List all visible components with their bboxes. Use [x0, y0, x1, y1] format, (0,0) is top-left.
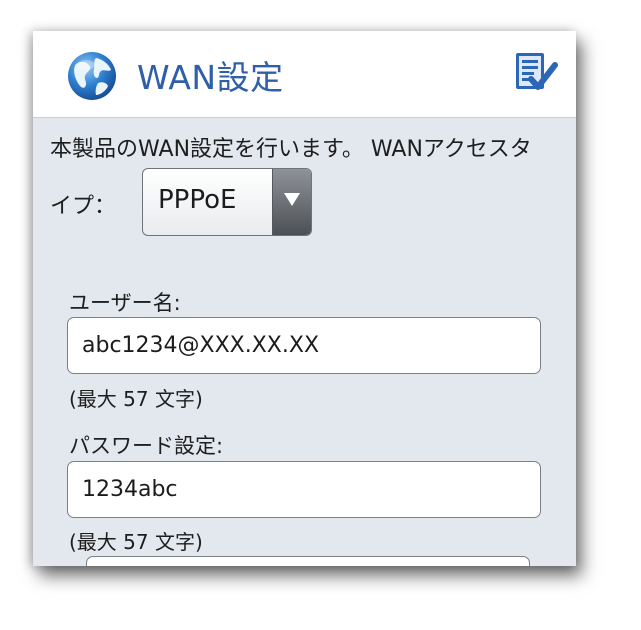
header-bar: WAN設定 [33, 31, 576, 118]
chevron-down-icon [284, 193, 300, 206]
dropdown-button[interactable] [272, 169, 311, 235]
password-label: パスワード設定: [69, 434, 224, 458]
page-title: WAN設定 [137, 58, 284, 97]
password-hint: (最大 57 文字) [69, 530, 203, 554]
access-type-select[interactable]: PPPoE [142, 168, 312, 236]
username-label: ユーザー名: [69, 291, 181, 315]
password-input[interactable] [67, 461, 541, 518]
checklist-icon[interactable] [513, 49, 559, 97]
access-type-label: イプ： [50, 194, 117, 219]
globe-icon [68, 52, 116, 100]
wan-settings-panel: WAN設定 本製品のWAN設定を行います。 WANアクセスタ イプ： PPPoE… [33, 31, 576, 566]
next-field-input[interactable] [86, 556, 530, 566]
username-input[interactable] [67, 317, 541, 374]
wan-description: 本製品のWAN設定を行います。 WANアクセスタ [50, 137, 532, 162]
username-hint: (最大 57 文字) [69, 387, 203, 411]
access-type-value: PPPoE [158, 185, 237, 215]
